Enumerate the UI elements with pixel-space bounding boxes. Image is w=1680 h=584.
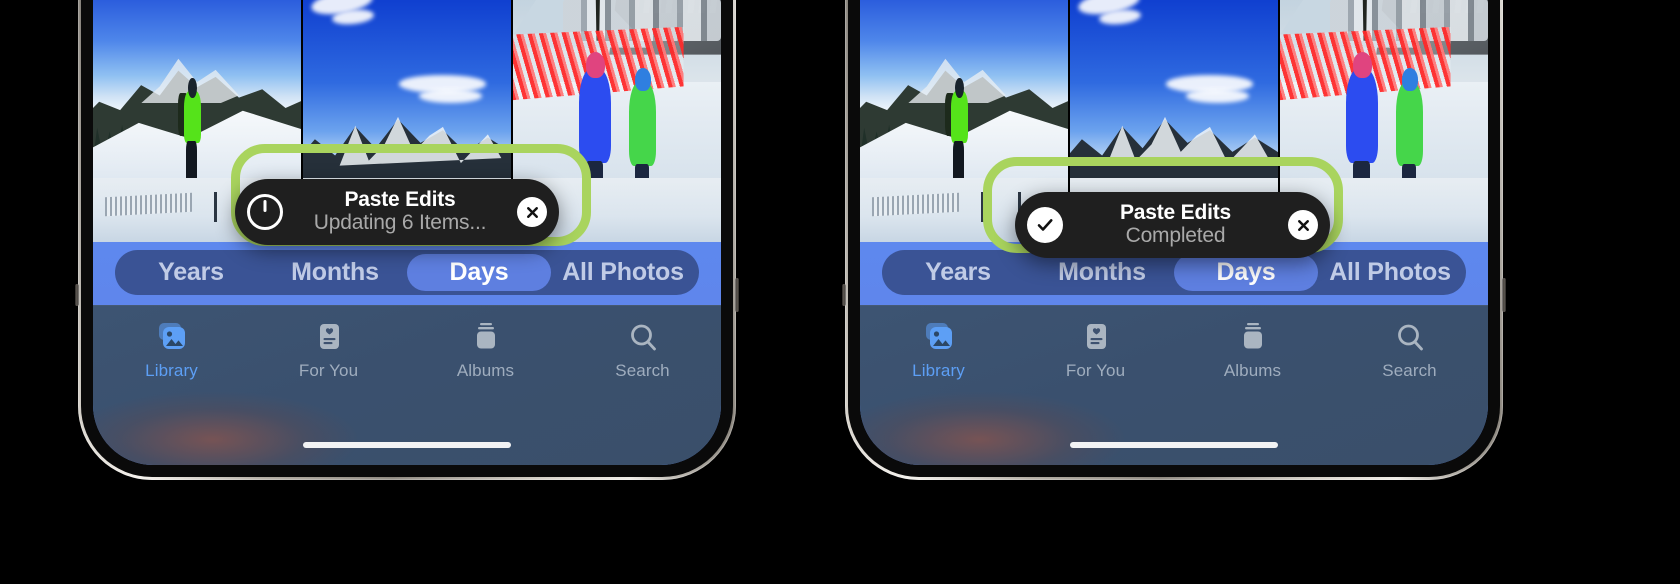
albums-stack-icon <box>469 322 503 354</box>
home-indicator[interactable] <box>1070 442 1278 448</box>
device-bezel: Years Months Days All Photos Library For… <box>848 0 1500 477</box>
segment-days[interactable]: Days <box>407 254 551 291</box>
device-screen-right: Years Months Days All Photos Library For… <box>860 0 1488 465</box>
albums-stack-icon <box>1236 322 1270 354</box>
tab-search-label: Search <box>615 361 670 380</box>
volume-button[interactable] <box>842 284 846 306</box>
segment-months[interactable]: Months <box>1030 254 1174 291</box>
toast-text-block: Paste Edits Completed <box>1063 201 1288 249</box>
search-icon <box>626 322 660 354</box>
toast-title: Paste Edits <box>1119 200 1231 224</box>
device-titanium-rail: Years Months Days All Photos Library For… <box>842 0 1506 480</box>
close-icon[interactable] <box>1288 210 1318 240</box>
tab-albums-label: Albums <box>1223 361 1282 380</box>
timeline-scope-band: Years Months Days All Photos <box>93 242 721 305</box>
device-screen-left: Years Months Days All Photos Library For… <box>93 0 721 465</box>
tab-library[interactable]: Library <box>93 322 250 381</box>
segment-years[interactable]: Years <box>119 254 263 291</box>
toast-text-block: Paste Edits Updating 6 Items... <box>283 188 517 236</box>
for-you-card-icon <box>312 322 346 354</box>
tab-library[interactable]: Library <box>860 322 1017 381</box>
tab-search[interactable]: Search <box>564 322 721 381</box>
segment-all-photos[interactable]: All Photos <box>551 254 695 291</box>
progress-spinner-icon <box>247 194 283 230</box>
segmented-control-left[interactable]: Years Months Days All Photos <box>115 250 699 295</box>
tab-library-label: Library <box>145 361 198 380</box>
tab-albums[interactable]: Albums <box>1174 322 1331 381</box>
side-button[interactable] <box>1502 278 1506 312</box>
tab-for-you-label: For You <box>298 361 359 380</box>
volume-button[interactable] <box>75 284 79 306</box>
checkmark-circle-icon <box>1027 207 1063 243</box>
tab-bar-right: Library For You Albums Search <box>860 305 1488 465</box>
tab-bar-left: Library For You Albums Search <box>93 305 721 465</box>
tab-for-you-label: For You <box>1065 361 1126 380</box>
device-bezel: Years Months Days All Photos Library For… <box>81 0 733 477</box>
close-icon[interactable] <box>517 197 547 227</box>
tab-for-you[interactable]: For You <box>250 322 407 381</box>
toast-subtitle: Completed <box>1125 224 1226 248</box>
tab-albums-label: Albums <box>456 361 515 380</box>
iphone-device-right: Years Months Days All Photos Library For… <box>842 0 1506 480</box>
tab-library-label: Library <box>912 361 965 380</box>
search-icon <box>1393 322 1427 354</box>
photos-library-icon <box>922 322 956 354</box>
tab-search-label: Search <box>1382 361 1437 380</box>
tab-albums[interactable]: Albums <box>407 322 564 381</box>
photos-library-icon <box>155 322 189 354</box>
home-indicator[interactable] <box>303 442 511 448</box>
device-titanium-rail: Years Months Days All Photos Library For… <box>75 0 739 480</box>
segment-days[interactable]: Days <box>1174 254 1318 291</box>
dynamic-island-toast-right[interactable]: Paste Edits Completed <box>1015 192 1330 258</box>
side-button[interactable] <box>735 278 739 312</box>
segment-years[interactable]: Years <box>886 254 1030 291</box>
segment-months[interactable]: Months <box>263 254 407 291</box>
toast-title: Paste Edits <box>344 187 456 211</box>
figure-canvas: Years Months Days All Photos Library For… <box>0 0 1680 584</box>
iphone-device-left: Years Months Days All Photos Library For… <box>75 0 739 480</box>
dynamic-island-toast-left[interactable]: Paste Edits Updating 6 Items... <box>235 179 559 245</box>
toast-subtitle: Updating 6 Items... <box>313 211 487 235</box>
tab-for-you[interactable]: For You <box>1017 322 1174 381</box>
segment-all-photos[interactable]: All Photos <box>1318 254 1462 291</box>
for-you-card-icon <box>1079 322 1113 354</box>
tab-search[interactable]: Search <box>1331 322 1488 381</box>
